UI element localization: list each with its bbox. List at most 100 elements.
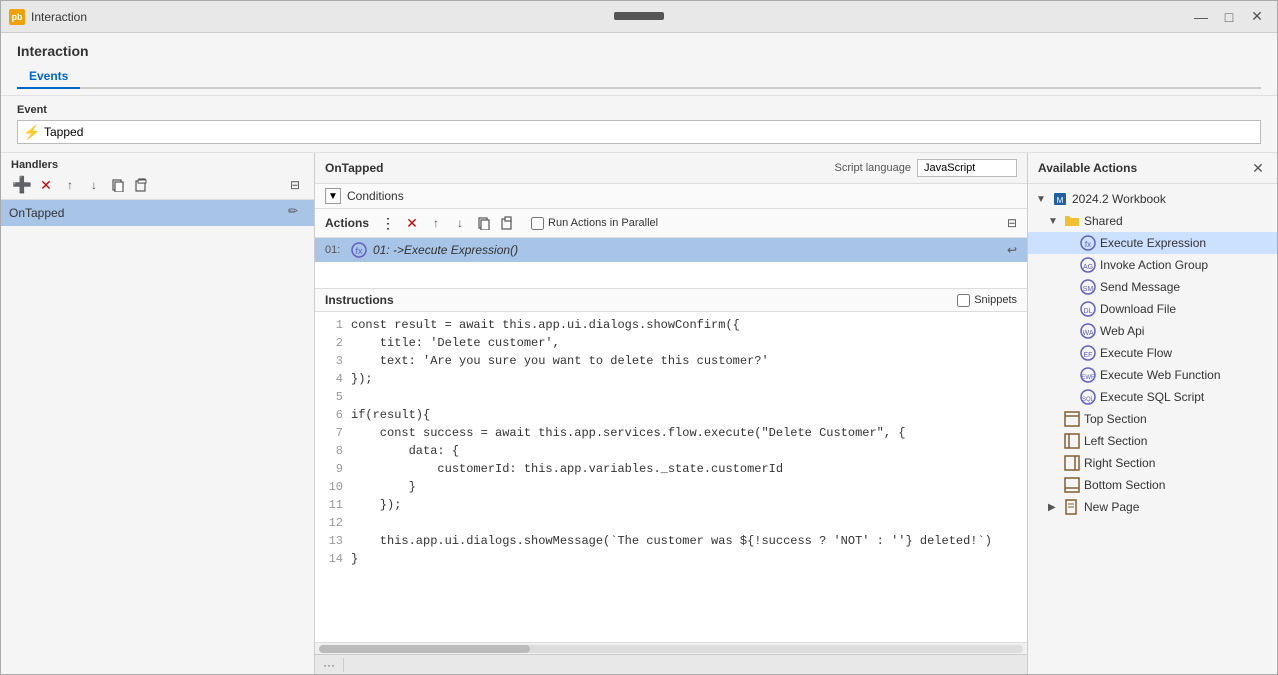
move-down-handler-button[interactable]: ↓ xyxy=(83,175,105,195)
move-up-handler-button[interactable]: ↑ xyxy=(59,175,81,195)
event-lightning-icon: ⚡ xyxy=(23,124,40,141)
svg-text:SQL: SQL xyxy=(1082,397,1095,403)
execute-sql-label: Execute SQL Script xyxy=(1100,390,1204,404)
tree-item-execute-sql-script[interactable]: SQL Execute SQL Script xyxy=(1028,386,1277,408)
tree-item-download-file[interactable]: DL Download File xyxy=(1028,298,1277,320)
tree-item-execute-expression[interactable]: fx Execute Expression xyxy=(1028,232,1277,254)
code-line: 7 const success = await this.app.service… xyxy=(315,424,1027,442)
paste-action-button[interactable] xyxy=(497,213,519,233)
actions-menu-button[interactable]: ⋮ xyxy=(377,213,399,233)
nav-tabs: Events xyxy=(17,65,1261,89)
new-page-expand[interactable]: ▶ xyxy=(1048,502,1060,513)
execute-flow-label: Execute Flow xyxy=(1100,346,1172,360)
handlers-header: Handlers ➕ ✕ ↑ ↓ ⊟ xyxy=(1,153,314,200)
actions-toolbar: ⋮ ✕ ↑ ↓ xyxy=(377,213,519,233)
window-title: Interaction xyxy=(31,10,1189,24)
tree-item-shared[interactable]: ▼ Shared xyxy=(1028,210,1277,232)
line-code: title: 'Delete customer', xyxy=(351,334,560,352)
conditions-expand-button[interactable]: ▼ xyxy=(325,188,341,204)
snippets-checkbox-input[interactable] xyxy=(957,294,970,307)
code-editor[interactable]: 1const result = await this.app.ui.dialog… xyxy=(315,312,1027,642)
script-lang-label: Script language xyxy=(835,162,911,174)
ontapped-header: OnTapped Script language JavaScript xyxy=(315,153,1027,184)
handler-edit-icon[interactable]: ✏ xyxy=(288,204,306,222)
line-code: if(result){ xyxy=(351,406,430,424)
event-select-wrapper: ⚡ Tapped xyxy=(17,120,1261,144)
tree-item-web-api[interactable]: WA Web Api xyxy=(1028,320,1277,342)
line-number: 5 xyxy=(315,388,351,406)
workbook-label: 2024.2 Workbook xyxy=(1072,192,1166,206)
run-parallel-checkbox[interactable] xyxy=(531,217,544,230)
right-section-icon xyxy=(1064,455,1080,471)
execute-expression-icon: fx xyxy=(1080,235,1096,251)
available-actions-panel: Available Actions ✕ ▼ M 2024.2 Workbook xyxy=(1027,153,1277,674)
add-handler-button[interactable]: ➕ xyxy=(11,175,33,195)
copy-action-button[interactable] xyxy=(473,213,495,233)
tree-item-execute-web-function[interactable]: EWF Execute Web Function xyxy=(1028,364,1277,386)
send-message-label: Send Message xyxy=(1100,280,1180,294)
delete-action-button[interactable]: ✕ xyxy=(401,213,423,233)
svg-text:DL: DL xyxy=(1084,308,1093,315)
tree-item-new-page[interactable]: ▶ New Page xyxy=(1028,496,1277,518)
workbook-icon: M xyxy=(1052,191,1068,207)
close-button[interactable]: ✕ xyxy=(1245,7,1269,27)
tree-item-right-section[interactable]: Right Section xyxy=(1028,452,1277,474)
handler-item-ontapped[interactable]: OnTapped ✏ xyxy=(1,200,314,226)
line-code: this.app.ui.dialogs.showMessage(`The cus… xyxy=(351,532,992,550)
snippets-checkbox[interactable]: Snippets xyxy=(957,294,1017,307)
handler-name: OnTapped xyxy=(9,206,64,220)
app-icon: pb xyxy=(9,9,25,25)
svg-text:EWF: EWF xyxy=(1081,375,1095,381)
move-up-action-button[interactable]: ↑ xyxy=(425,213,447,233)
line-code: data: { xyxy=(351,442,459,460)
handlers-list: OnTapped ✏ xyxy=(1,200,314,674)
actions-expand-button[interactable]: ⊟ xyxy=(1007,216,1017,230)
line-code: const result = await this.app.ui.dialogs… xyxy=(351,316,740,334)
download-file-label: Download File xyxy=(1100,302,1176,316)
maximize-button[interactable]: □ xyxy=(1217,7,1241,27)
bottom-dots: ··· xyxy=(323,658,335,672)
action-row-01[interactable]: 01: fx 01: ->Execute Expression() ↩ xyxy=(315,238,1027,262)
middle-panel: OnTapped Script language JavaScript ▼ Co… xyxy=(315,153,1027,674)
paste-handler-button[interactable] xyxy=(131,175,153,195)
execute-web-function-icon: EWF xyxy=(1080,367,1096,383)
code-line: 14} xyxy=(315,550,1027,568)
execute-expression-label: Execute Expression xyxy=(1100,236,1206,250)
event-dropdown[interactable]: Tapped xyxy=(17,120,1261,144)
workbook-expand-icon: ▼ xyxy=(1036,194,1048,205)
tree-item-workbook[interactable]: ▼ M 2024.2 Workbook xyxy=(1028,188,1277,210)
copy-handler-button[interactable] xyxy=(107,175,129,195)
tree-item-send-message[interactable]: SM Send Message xyxy=(1028,276,1277,298)
line-number: 1 xyxy=(315,316,351,334)
code-line: 2 title: 'Delete customer', xyxy=(315,334,1027,352)
line-code: } xyxy=(351,478,416,496)
svg-text:fx: fx xyxy=(355,246,363,256)
close-panel-button[interactable]: ✕ xyxy=(1249,159,1267,177)
script-language-dropdown[interactable]: JavaScript xyxy=(917,159,1017,177)
minimize-button[interactable]: — xyxy=(1189,7,1213,27)
move-down-action-button[interactable]: ↓ xyxy=(449,213,471,233)
tree-item-execute-flow[interactable]: EF Execute Flow xyxy=(1028,342,1277,364)
tree-item-left-section[interactable]: Left Section xyxy=(1028,430,1277,452)
title-bar: pb Interaction — □ ✕ xyxy=(1,1,1277,33)
code-line: 4}); xyxy=(315,370,1027,388)
parallel-checkbox[interactable]: Run Actions in Parallel xyxy=(531,217,658,230)
code-line: 6if(result){ xyxy=(315,406,1027,424)
action-expand-icon[interactable]: ↩ xyxy=(1007,243,1017,257)
scrollbar-track xyxy=(319,645,1023,653)
tab-events[interactable]: Events xyxy=(17,65,80,89)
line-number: 7 xyxy=(315,424,351,442)
code-line: 3 text: 'Are you sure you want to delete… xyxy=(315,352,1027,370)
handlers-expand-button[interactable]: ⊟ xyxy=(286,176,304,194)
svg-text:SM: SM xyxy=(1083,286,1094,293)
main-area: Handlers ➕ ✕ ↑ ↓ ⊟ xyxy=(1,153,1277,674)
tree-item-top-section[interactable]: Top Section xyxy=(1028,408,1277,430)
delete-handler-button[interactable]: ✕ xyxy=(35,175,57,195)
tree-item-bottom-section[interactable]: Bottom Section xyxy=(1028,474,1277,496)
horizontal-scrollbar[interactable] xyxy=(315,642,1027,654)
line-code: const success = await this.app.services.… xyxy=(351,424,906,442)
shared-label: Shared xyxy=(1084,214,1123,228)
tree-item-invoke-action-group[interactable]: AG Invoke Action Group xyxy=(1028,254,1277,276)
code-line: 11 }); xyxy=(315,496,1027,514)
scrollbar-thumb xyxy=(319,645,530,653)
